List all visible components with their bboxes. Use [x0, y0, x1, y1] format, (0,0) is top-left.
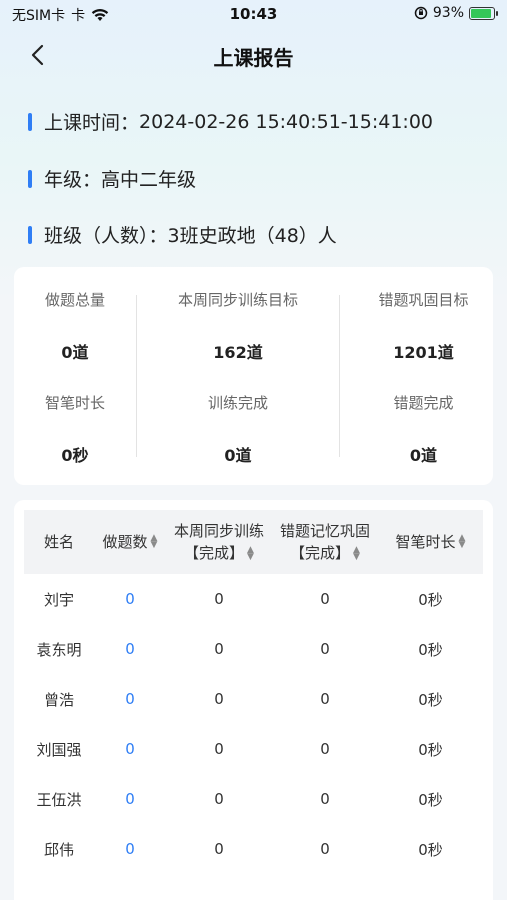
cell-memory: 0 [320, 590, 330, 608]
cell-count[interactable]: 0 [94, 574, 166, 624]
cell-pen-time: 0秒 [418, 640, 443, 659]
class-label: 班级（人数）： [44, 225, 168, 247]
header-memory-line2: 【完成】 [290, 544, 351, 562]
accent-bar [28, 112, 32, 131]
stat-value: 0秒 [61, 446, 89, 465]
header-memory-line1: 错题记忆巩固 [279, 522, 370, 540]
stat-value: 0道 [409, 446, 438, 465]
cell-pen-time: 0秒 [418, 690, 443, 709]
table-row: 刘宇 0 0 0 0秒 [24, 574, 483, 624]
stat-label: 做题总量 [44, 291, 105, 309]
cell-count[interactable]: 0 [94, 774, 166, 824]
cell-memory: 0 [320, 840, 330, 858]
stat-value: 162道 [213, 343, 263, 362]
table-row: 刘国强 0 0 0 0秒 [24, 724, 483, 774]
cell-name: 邱伟 [43, 840, 74, 859]
grade-value: 高中二年级 [101, 169, 197, 191]
cell-count[interactable]: 0 [94, 724, 166, 774]
header-sync-line2: 【完成】 [184, 544, 245, 562]
table-row: 王伍洪 0 0 0 0秒 [24, 774, 483, 824]
page-title: 上课报告 [213, 46, 294, 70]
stat-column-total: 做题总量 0道 智笔时长 0秒 [14, 267, 136, 485]
header-sync[interactable]: 本周同步训练 【完成】 ▲ ▼ [166, 510, 272, 574]
cell-memory: 0 [320, 690, 330, 708]
header-memory[interactable]: 错题记忆巩固 【完成】 ▲ ▼ [272, 510, 378, 574]
cell-sync: 0 [214, 690, 224, 708]
stat-column-wrong: 错题巩固目标 1201道 错题完成 0道 [340, 267, 507, 485]
table-header: 姓名 做题数 ▲ ▼ 本周同步训练 【完成】 ▲ ▼ 错题记忆巩固 【完成】 ▲ ▼ 智笔… [24, 510, 483, 574]
header-pen-time-label: 智笔时长 [395, 533, 456, 551]
student-table: 姓名 做题数 ▲ ▼ 本周同步训练 【完成】 ▲ ▼ 错题记忆巩固 【完成】 ▲ ▼ 智笔… [14, 500, 493, 900]
cell-pen-time: 0秒 [418, 590, 443, 609]
cell-name: 王伍洪 [36, 790, 82, 809]
cell-memory: 0 [320, 640, 330, 658]
class-line: 班级（人数）： 3班史政地（48）人 [28, 221, 337, 248]
stat-label: 错题完成 [393, 394, 454, 412]
class-time-label: 上课时间： [44, 112, 140, 134]
cell-sync: 0 [214, 840, 224, 858]
sort-icon: ▲ ▼ [150, 533, 158, 550]
header-sync-line1: 本周同步训练 [173, 522, 264, 540]
status-bar: 无SIM卡 卡 10:43 93% [0, 0, 507, 28]
class-value: 3班史政地（48）人 [167, 225, 337, 247]
class-time-line: 上课时间： 2024-02-26 15:40:51-15:41:00 [28, 108, 433, 135]
cell-memory: 0 [320, 790, 330, 808]
table-row: 曾浩 0 0 0 0秒 [24, 674, 483, 724]
header-pen-time[interactable]: 智笔时长 ▲ ▼ [378, 510, 483, 574]
stat-label: 智笔时长 [44, 394, 105, 412]
header-name-label: 姓名 [43, 533, 74, 551]
cell-sync: 0 [214, 740, 224, 758]
stat-value: 0道 [224, 446, 252, 465]
orientation-lock-icon [414, 6, 428, 20]
sort-icon: ▲ ▼ [458, 533, 466, 550]
stat-label: 本周同步训练目标 [177, 291, 298, 309]
cell-sync: 0 [214, 640, 224, 658]
nav-bar: 上课报告 [0, 30, 507, 80]
cell-count[interactable]: 0 [94, 824, 166, 874]
stat-column-sync: 本周同步训练目标 162道 训练完成 0道 [137, 267, 339, 485]
cell-sync: 0 [214, 590, 224, 608]
stats-card: 做题总量 0道 智笔时长 0秒 本周同步训练目标 162道 训练完成 0道 错题… [14, 267, 493, 485]
accent-bar [28, 169, 32, 188]
sort-icon: ▲ ▼ [353, 544, 360, 562]
table-row: 袁东明 0 0 0 0秒 [24, 624, 483, 674]
cell-pen-time: 0秒 [418, 840, 443, 859]
cell-pen-time: 0秒 [418, 740, 443, 759]
cell-name: 袁东明 [36, 640, 82, 659]
battery-fill [471, 8, 492, 18]
header-name: 姓名 [24, 510, 94, 574]
cell-name: 刘宇 [43, 590, 74, 609]
cell-pen-time: 0秒 [418, 790, 443, 809]
sort-icon: ▲ ▼ [247, 544, 254, 562]
battery-icon [469, 6, 498, 20]
cell-memory: 0 [320, 740, 330, 758]
stat-label: 训练完成 [207, 394, 268, 412]
cell-name: 曾浩 [43, 690, 74, 709]
accent-bar [28, 225, 32, 244]
stat-value: 0道 [61, 343, 89, 362]
battery-percent: 93% [432, 5, 464, 21]
status-right: 93% [414, 5, 498, 21]
cell-sync: 0 [214, 790, 224, 808]
stat-value: 1201道 [393, 343, 454, 362]
class-time-value: 2024-02-26 15:40:51-15:41:00 [139, 110, 433, 133]
grade-label: 年级： [44, 169, 102, 191]
table-row: 邱伟 0 0 0 0秒 [24, 824, 483, 874]
cell-count[interactable]: 0 [94, 674, 166, 724]
header-count-label: 做题数 [102, 533, 148, 551]
grade-line: 年级： 高中二年级 [28, 165, 196, 192]
cell-count[interactable]: 0 [94, 624, 166, 674]
cell-name: 刘国强 [36, 740, 82, 759]
header-count[interactable]: 做题数 ▲ ▼ [94, 510, 166, 574]
stat-label: 错题巩固目标 [378, 291, 469, 309]
